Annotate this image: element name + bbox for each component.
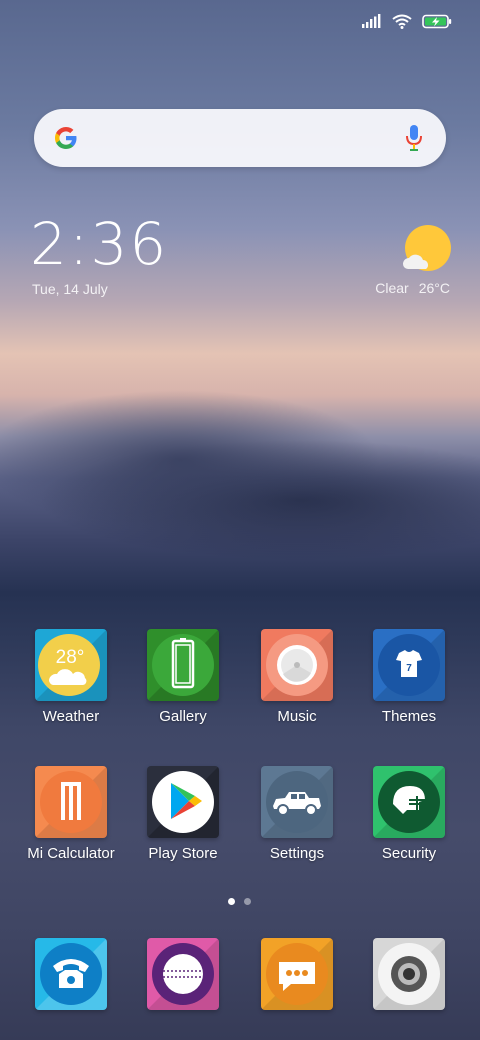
google-icon (55, 127, 77, 149)
app-label: Security (381, 845, 437, 862)
app-gallery[interactable]: Gallery (128, 629, 238, 725)
weather-app-icon: 28° (35, 629, 107, 701)
mic-icon[interactable] (404, 123, 424, 153)
app-mi-calculator[interactable]: Mi Calculator (16, 766, 126, 862)
dock-camera[interactable] (354, 938, 464, 1010)
calculator-app-icon (35, 766, 107, 838)
cricket-ball-icon (147, 938, 219, 1010)
sun-cloud-icon[interactable] (400, 224, 452, 276)
status-bar (362, 10, 452, 32)
dock-cricket[interactable] (128, 938, 238, 1010)
weather-temperature: 26°C (418, 280, 450, 296)
app-security[interactable]: Security (354, 766, 464, 862)
phone-icon (35, 938, 107, 1010)
app-label: Play Store (148, 845, 218, 862)
themes-app-icon: 7 (373, 629, 445, 701)
music-app-icon (261, 629, 333, 701)
dock-messaging[interactable] (242, 938, 352, 1010)
wifi-icon (392, 14, 412, 29)
play-store-app-icon (147, 766, 219, 838)
camera-icon (373, 938, 445, 1010)
weather-app-temp: 28° (55, 647, 85, 668)
battery-charging-icon (422, 14, 452, 28)
wallpaper-haze (0, 390, 480, 570)
page-dot-active[interactable] (228, 898, 235, 905)
weather-condition: Clear (375, 280, 409, 296)
clock-time[interactable]: 2:36 (30, 215, 168, 273)
app-play-store[interactable]: Play Store (128, 766, 238, 862)
gallery-app-icon (147, 629, 219, 701)
app-themes[interactable]: 7 Themes (354, 629, 464, 725)
app-label: Gallery (159, 708, 207, 725)
signal-icon (362, 14, 381, 28)
weather-info[interactable]: Clear 26°C (375, 280, 450, 296)
svg-text:7: 7 (406, 663, 412, 674)
app-music[interactable]: Music (242, 629, 352, 725)
app-label: Weather (42, 708, 100, 725)
app-label: Themes (381, 708, 437, 725)
app-label: Mi Calculator (27, 845, 115, 862)
app-weather[interactable]: 28° Weather (16, 629, 126, 725)
page-dot[interactable] (244, 898, 251, 905)
dock-phone[interactable] (16, 938, 126, 1010)
settings-app-icon (261, 766, 333, 838)
app-label: Settings (269, 845, 325, 862)
security-app-icon (373, 766, 445, 838)
message-icon (261, 938, 333, 1010)
clock-date: Tue, 14 July (32, 281, 108, 297)
page-indicator (228, 898, 251, 905)
app-settings[interactable]: Settings (242, 766, 352, 862)
app-label: Music (277, 708, 317, 725)
google-search-bar[interactable] (34, 109, 446, 167)
